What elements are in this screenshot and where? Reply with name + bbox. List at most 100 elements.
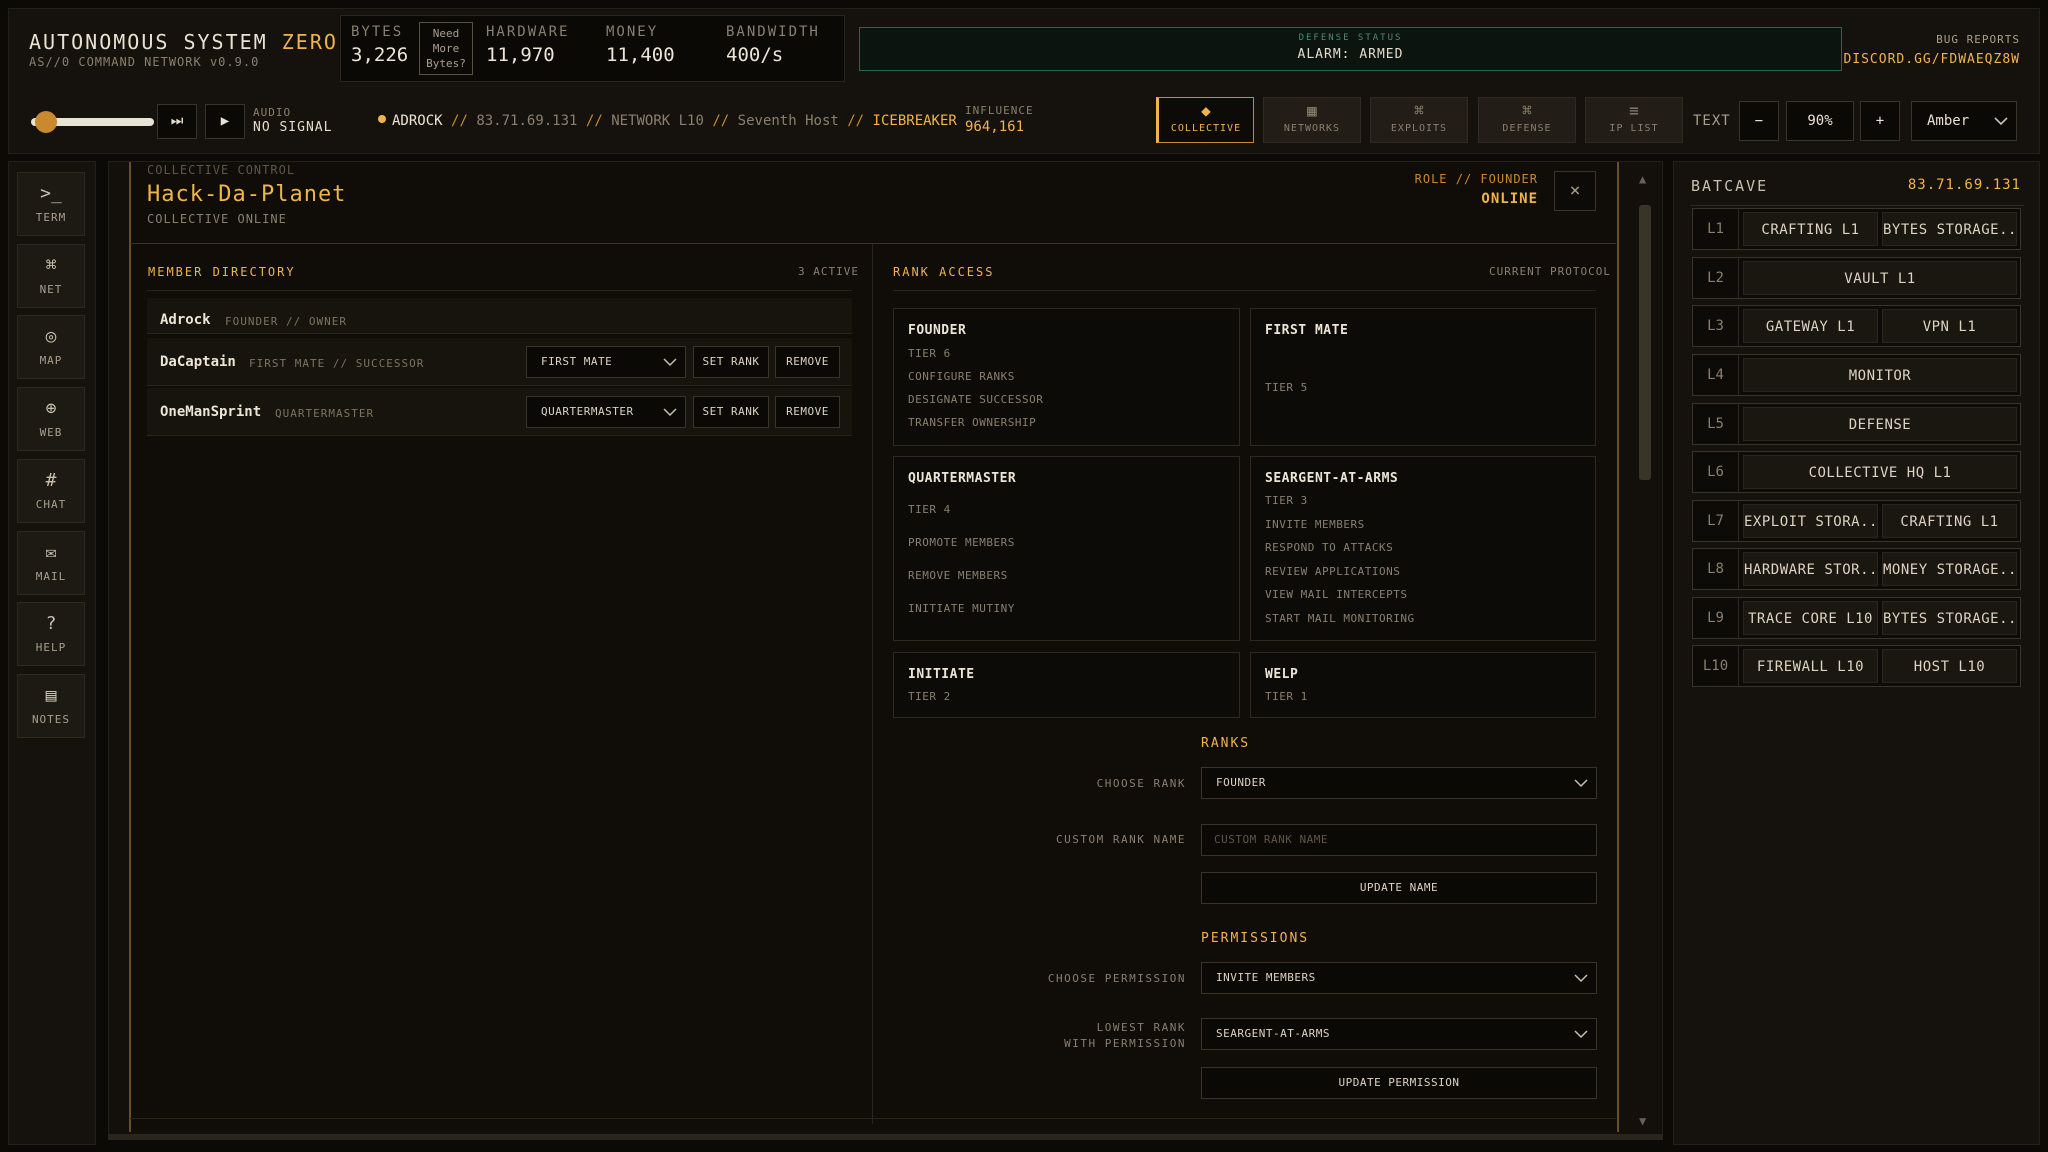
- rank-card-permission: PROMOTE MEMBERS: [908, 536, 1015, 549]
- chevron-down-icon: [1994, 117, 2008, 126]
- money-resource: MONEY 11,400: [606, 24, 675, 66]
- skip-track-button[interactable]: ⏭: [157, 104, 197, 139]
- breadcrumb-host[interactable]: Seventh Host: [738, 113, 839, 129]
- layer-slot[interactable]: BYTES STORAGE...: [1882, 601, 2017, 635]
- set-rank-button[interactable]: SET RANK: [693, 396, 769, 428]
- text-increase-button[interactable]: +: [1860, 101, 1900, 141]
- chevron-down-icon: [663, 408, 677, 417]
- rank-card-welp: WELP TIER 1: [1250, 652, 1596, 718]
- money-value: 11,400: [606, 44, 675, 66]
- layer-slot[interactable]: VPN L1: [1882, 309, 2017, 343]
- layer-slot[interactable]: HARDWARE STOR...: [1743, 552, 1878, 586]
- rail-mail-button[interactable]: ✉ MAIL: [17, 531, 85, 595]
- layer-slot[interactable]: TRACE CORE L10: [1743, 601, 1878, 635]
- defense-status-label: DEFENSE STATUS: [1298, 33, 1403, 43]
- rank-card-tier: TIER 4: [908, 503, 951, 516]
- tab-ip-list-label: IP LIST: [1609, 123, 1659, 134]
- money-label: MONEY: [606, 24, 659, 40]
- breadcrumb-separator: //: [847, 113, 865, 129]
- layer-level: L9: [1693, 598, 1739, 638]
- remove-member-button[interactable]: REMOVE: [775, 346, 840, 378]
- host-panel-divider: [1690, 205, 2024, 206]
- custom-rank-name-input[interactable]: CUSTOM RANK NAME: [1201, 824, 1597, 856]
- layer-slot[interactable]: MONITOR: [1743, 358, 2017, 392]
- member-rank-select[interactable]: FIRST MATE: [526, 346, 686, 378]
- vertical-scrollbar-thumb[interactable]: [1639, 205, 1651, 480]
- layer-slot[interactable]: GATEWAY L1: [1743, 309, 1878, 343]
- layer-slot[interactable]: CRAFTING L1: [1743, 212, 1878, 246]
- breadcrumb-ip[interactable]: 83.71.69.131: [476, 113, 577, 129]
- column-divider: [872, 244, 873, 1124]
- tab-defense[interactable]: ⌘ DEFENSE: [1478, 97, 1576, 143]
- layer-slot[interactable]: DEFENSE: [1743, 407, 2017, 441]
- rank-card-title: INITIATE: [908, 667, 975, 682]
- need-more-bytes-button[interactable]: Need More Bytes?: [419, 22, 473, 75]
- chevron-down-icon: [1574, 974, 1588, 983]
- close-button[interactable]: ×: [1554, 171, 1596, 211]
- terminal-icon: >_: [40, 183, 62, 204]
- diamond-icon: ◆: [1201, 101, 1211, 120]
- need-more-line-1: Need: [432, 27, 460, 40]
- update-permission-button[interactable]: UPDATE PERMISSION: [1201, 1067, 1597, 1099]
- volume-slider-knob[interactable]: [35, 111, 57, 133]
- member-rank-select[interactable]: QUARTERMASTER: [526, 396, 686, 428]
- layer-level: L10: [1693, 646, 1739, 686]
- update-name-button[interactable]: UPDATE NAME: [1201, 872, 1597, 904]
- tab-exploits[interactable]: ⌘ EXPLOITS: [1370, 97, 1468, 143]
- theme-select-value: Amber: [1927, 113, 1970, 129]
- layer-slot[interactable]: VAULT L1: [1743, 261, 2017, 295]
- rail-help-label: HELP: [35, 641, 67, 654]
- member-row: DaCaptain FIRST MATE // SUCCESSOR FIRST …: [147, 338, 852, 386]
- text-decrease-button[interactable]: −: [1739, 101, 1779, 141]
- play-button[interactable]: ▶: [205, 104, 245, 139]
- breadcrumb-network[interactable]: NETWORK L10: [611, 113, 704, 129]
- lowest-rank-label-line-2: WITH PERMISSION: [1064, 1037, 1186, 1050]
- rail-chat-button[interactable]: # CHAT: [17, 459, 85, 523]
- layer-slot[interactable]: HOST L10: [1882, 649, 2017, 683]
- tab-ip-list[interactable]: ≡ IP LIST: [1585, 97, 1683, 143]
- scroll-up-icon[interactable]: ▲: [1639, 172, 1646, 186]
- need-more-line-3: Bytes?: [426, 57, 466, 70]
- horizontal-scrollbar[interactable]: [108, 1134, 1663, 1140]
- role-status: ONLINE: [1481, 191, 1538, 207]
- collective-status: COLLECTIVE ONLINE: [147, 212, 287, 226]
- tab-networks[interactable]: ▦ NETWORKS: [1263, 97, 1361, 143]
- breadcrumb-user[interactable]: ADROCK: [392, 113, 443, 129]
- rail-net-button[interactable]: ⌘ NET: [17, 244, 85, 308]
- layer-slot[interactable]: COLLECTIVE HQ L1: [1743, 455, 2017, 489]
- volume-slider[interactable]: [31, 111, 154, 133]
- tab-collective[interactable]: ◆ COLLECTIVE: [1156, 97, 1254, 143]
- rail-map-button[interactable]: ◎ MAP: [17, 315, 85, 379]
- layer-slot[interactable]: BYTES STORAGE...: [1882, 212, 2017, 246]
- rail-help-button[interactable]: ? HELP: [17, 602, 85, 666]
- audio-label: AUDIO: [253, 106, 292, 119]
- layer-slot[interactable]: CRAFTING L1: [1882, 504, 2017, 538]
- layer-slot[interactable]: EXPLOIT STORA...: [1743, 504, 1878, 538]
- member-role: FIRST MATE // SUCCESSOR: [249, 357, 425, 370]
- role-label: ROLE // FOUNDER: [1414, 172, 1538, 186]
- member-directory-divider: [147, 290, 852, 291]
- remove-member-button[interactable]: REMOVE: [775, 396, 840, 428]
- layer-row-l7: L7 EXPLOIT STORA... CRAFTING L1: [1692, 500, 2021, 542]
- rail-web-button[interactable]: ⊕ WEB: [17, 387, 85, 451]
- choose-rank-select[interactable]: FOUNDER: [1201, 767, 1597, 799]
- rank-card-permission: INVITE MEMBERS: [1265, 518, 1365, 531]
- scroll-down-icon[interactable]: ▼: [1639, 1114, 1646, 1128]
- breadcrumb: ADROCK // 83.71.69.131 // NETWORK L10 //…: [378, 113, 957, 129]
- rail-chat-label: CHAT: [35, 498, 67, 511]
- bug-reports-link[interactable]: DISCORD.GG/FDWAEQZ8W: [1843, 52, 2020, 67]
- rail-term-button[interactable]: >_ TERM: [17, 172, 85, 236]
- layer-slot[interactable]: MONEY STORAGE...: [1882, 552, 2017, 586]
- layer-slot[interactable]: FIREWALL L10: [1743, 649, 1878, 683]
- globe-icon: ⊕: [45, 398, 57, 419]
- rank-card-permission: START MAIL MONITORING: [1265, 612, 1415, 625]
- choose-permission-select[interactable]: INVITE MEMBERS: [1201, 962, 1597, 994]
- member-row: Adrock FOUNDER // OWNER: [147, 298, 852, 334]
- breadcrumb-tool[interactable]: ICEBREAKER: [873, 113, 957, 129]
- layer-row-l2: L2 VAULT L1: [1692, 257, 2021, 299]
- lowest-rank-select[interactable]: SEARGENT-AT-ARMS: [1201, 1018, 1597, 1050]
- set-rank-button[interactable]: SET RANK: [693, 346, 769, 378]
- theme-select[interactable]: Amber: [1911, 101, 2017, 141]
- app-title-accent: ZERO: [281, 30, 338, 54]
- rail-notes-button[interactable]: ▤ NOTES: [17, 674, 85, 738]
